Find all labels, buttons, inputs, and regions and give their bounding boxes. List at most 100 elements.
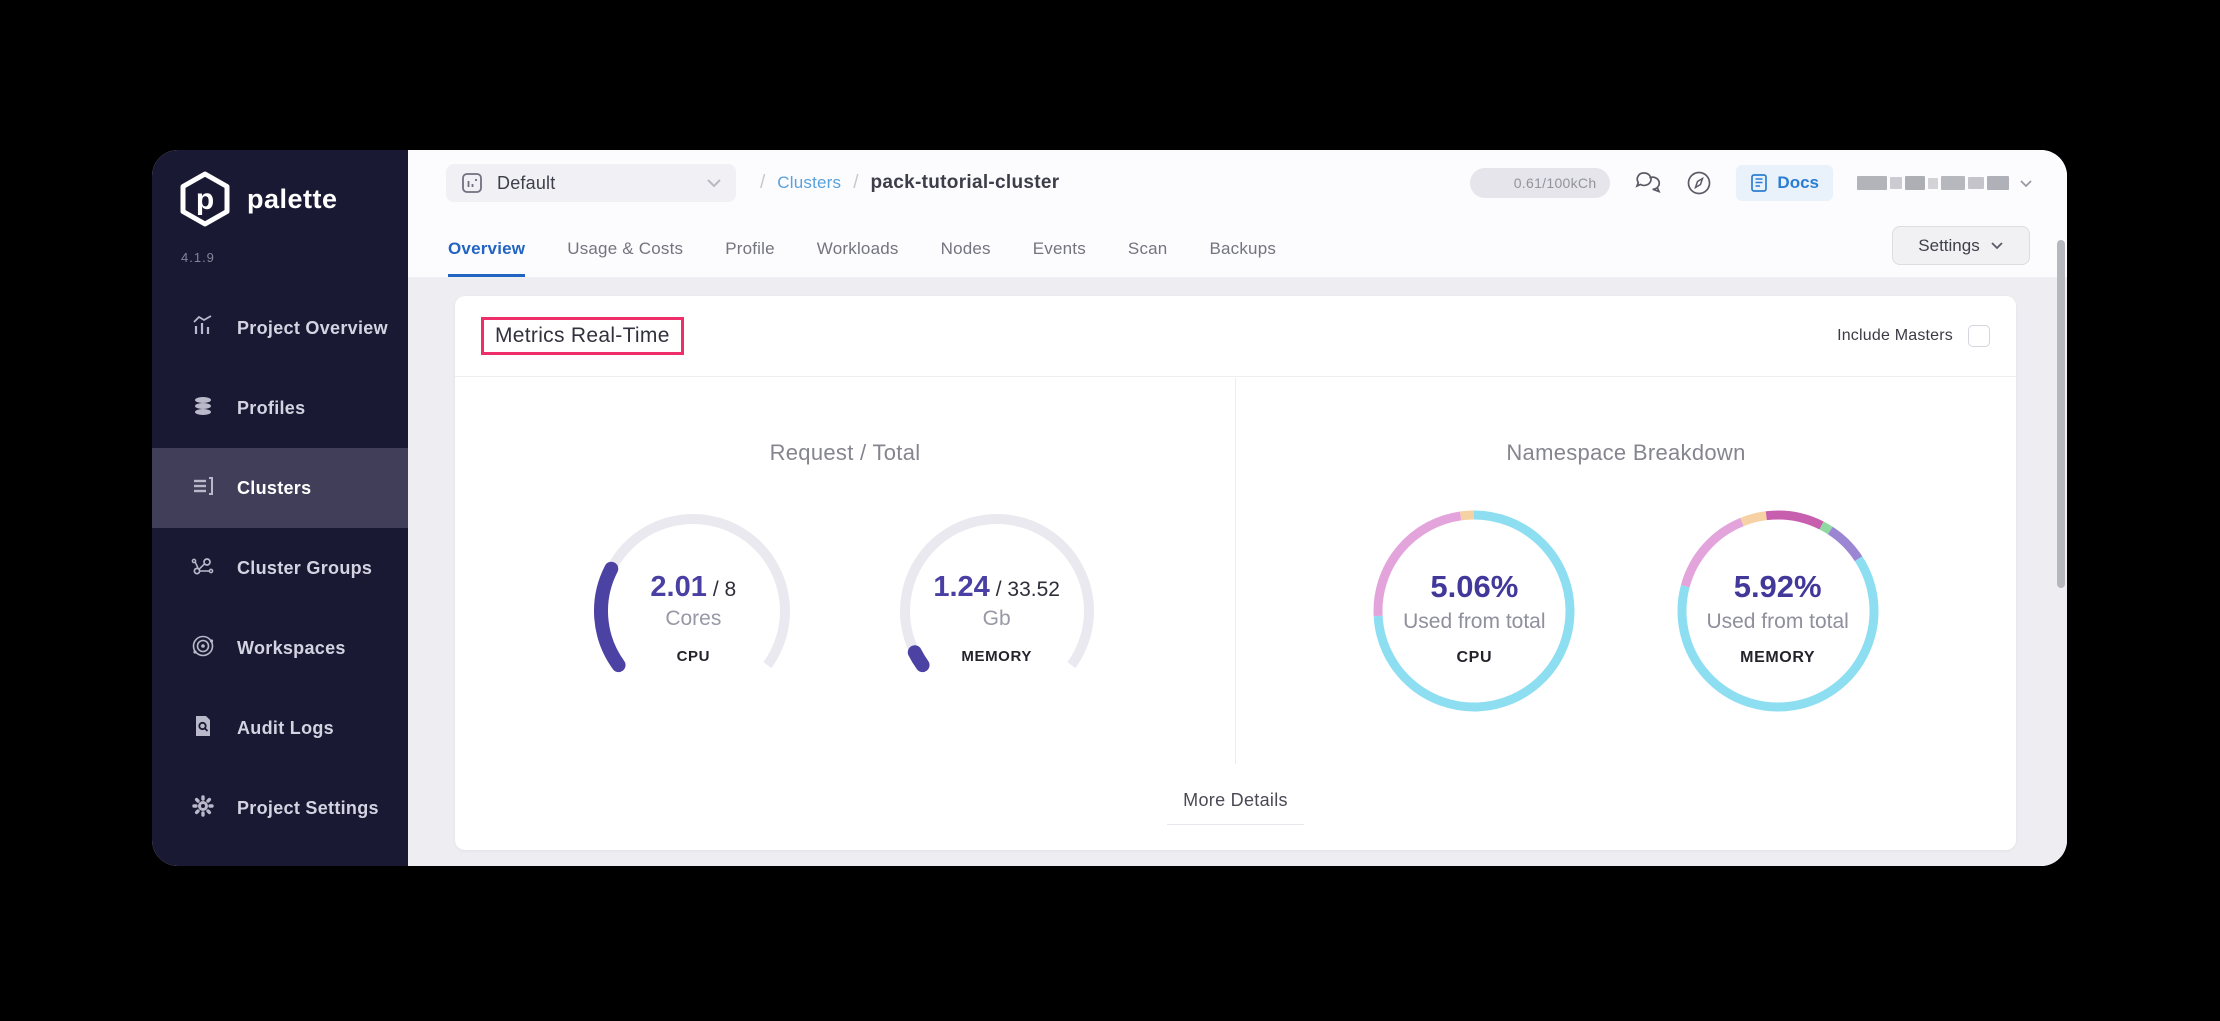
main-area: Default / Clusters / pack-tutorial-clust… <box>408 150 2067 866</box>
more-details-link[interactable]: More Details <box>1167 790 1304 825</box>
network-icon <box>190 553 216 584</box>
donut-cpu: 5.06% Used from total CPU <box>1369 506 1579 716</box>
donuts-row: 5.06% Used from total CPU 5.92% Used fro… <box>1236 506 2016 716</box>
gauge-label: MEMORY <box>961 648 1032 665</box>
sidebar-item-label: Project Overview <box>237 318 388 339</box>
include-masters-control: Include Masters <box>1837 325 1990 347</box>
metrics-card-footer: More Details <box>455 764 2016 850</box>
logo[interactable]: p palette <box>178 170 338 228</box>
gauge-unit: Cores <box>665 607 721 631</box>
usage-quota-pill: 0.61/100kCh <box>1470 168 1610 198</box>
app-window: p palette 4.1.9 Project Overview Profile… <box>152 150 2067 866</box>
donut-label: CPU <box>1457 649 1493 667</box>
panel-title: Namespace Breakdown <box>1236 440 2016 466</box>
donut-caption: Used from total <box>1706 610 1848 634</box>
breadcrumb-link-clusters[interactable]: Clusters <box>777 173 841 193</box>
donut-percent: 5.06% <box>1430 569 1518 605</box>
tab-backups[interactable]: Backups <box>1209 239 1276 277</box>
svg-text:p: p <box>196 183 214 216</box>
logo-text: palette <box>247 184 338 215</box>
tab-nodes[interactable]: Nodes <box>941 239 991 277</box>
sidebar-item-clusters[interactable]: Clusters <box>152 448 408 528</box>
gauge-value: 1.24 <box>933 571 989 604</box>
donut-label: MEMORY <box>1740 649 1815 667</box>
chevron-down-icon <box>2019 179 2033 188</box>
bar-chart-line-icon <box>190 313 216 344</box>
sidebar-item-profiles[interactable]: Profiles <box>152 368 408 448</box>
gauges-row: 2.01 / 8 Cores CPU 1.24 / 33.52 Gb MEMOR… <box>455 506 1235 716</box>
cluster-tabs: Overview Usage & Costs Profile Workloads Nod… <box>448 239 1276 277</box>
sidebar-item-label: Audit Logs <box>237 718 334 739</box>
panel-title: Request / Total <box>455 440 1235 466</box>
metrics-card-header: Metrics Real-Time Include Masters <box>455 296 2016 377</box>
gauge-value: 2.01 <box>650 571 706 604</box>
sidebar: p palette 4.1.9 Project Overview Profile… <box>152 150 408 866</box>
donut-percent: 5.92% <box>1734 569 1822 605</box>
sidebar-menu: Project Overview Profiles Clusters Clust… <box>152 288 408 848</box>
user-menu[interactable] <box>1857 175 2033 191</box>
breadcrumb-current-cluster: pack-tutorial-cluster <box>871 172 1060 194</box>
tab-overview[interactable]: Overview <box>448 239 525 277</box>
gauge-total: / 33.52 <box>996 578 1060 602</box>
user-name-redacted <box>1857 175 2009 191</box>
gauge-unit: Gb <box>983 607 1011 631</box>
tab-workloads[interactable]: Workloads <box>817 239 899 277</box>
palette-hexagon-logo-icon: p <box>178 170 232 228</box>
gauge-label: CPU <box>677 648 710 665</box>
help-button[interactable] <box>1686 170 1712 196</box>
cluster-tabs-row: Overview Usage & Costs Profile Workloads Nod… <box>408 216 2067 278</box>
docs-button[interactable]: Docs <box>1736 165 1833 201</box>
metrics-card-body: Request / Total 2.01 / 8 Cores CPU <box>455 378 2016 764</box>
include-masters-checkbox[interactable] <box>1968 325 1990 347</box>
compass-icon <box>1686 170 1712 196</box>
tab-scan[interactable]: Scan <box>1128 239 1168 277</box>
sidebar-item-audit-logs[interactable]: Audit Logs <box>152 688 408 768</box>
sidebar-item-project-settings[interactable]: Project Settings <box>152 768 408 848</box>
breadcrumb-separator: / <box>760 172 765 194</box>
donut-caption: Used from total <box>1403 610 1545 634</box>
book-icon <box>1750 173 1768 193</box>
orbit-icon <box>190 633 216 664</box>
project-selector-value: Default <box>497 173 555 194</box>
sidebar-item-label: Clusters <box>237 478 311 499</box>
settings-label: Settings <box>1918 236 1979 256</box>
sidebar-item-workspaces[interactable]: Workspaces <box>152 608 408 688</box>
topbar: Default / Clusters / pack-tutorial-clust… <box>408 150 2067 216</box>
sidebar-item-label: Cluster Groups <box>237 558 372 579</box>
sidebar-item-project-overview[interactable]: Project Overview <box>152 288 408 368</box>
tab-usage-costs[interactable]: Usage & Costs <box>567 239 683 277</box>
metrics-card: Metrics Real-Time Include Masters Reques… <box>455 296 2016 850</box>
content-area: Metrics Real-Time Include Masters Reques… <box>408 278 2067 866</box>
metrics-realtime-title-annotated: Metrics Real-Time <box>481 317 684 355</box>
sidebar-item-label: Workspaces <box>237 638 346 659</box>
gauge-total: / 8 <box>713 578 736 602</box>
layers-icon <box>190 393 216 424</box>
chat-icon <box>1634 170 1662 196</box>
docs-label: Docs <box>1777 173 1819 193</box>
request-total-panel: Request / Total 2.01 / 8 Cores CPU <box>455 378 1236 764</box>
breadcrumb: / Clusters / pack-tutorial-cluster <box>760 172 1059 194</box>
chevron-down-icon <box>1990 241 2004 250</box>
chevron-down-icon <box>706 178 722 188</box>
sidebar-item-label: Project Settings <box>237 798 379 819</box>
server-list-icon <box>190 473 216 504</box>
sidebar-item-label: Profiles <box>237 398 305 419</box>
include-masters-label: Include Masters <box>1837 327 1953 345</box>
donut-memory: 5.92% Used from total MEMORY <box>1673 506 1883 716</box>
project-selector[interactable]: Default <box>446 164 736 202</box>
chat-button[interactable] <box>1634 170 1662 196</box>
doc-search-icon <box>190 713 216 744</box>
topbar-right: 0.61/100kCh <box>1470 165 2033 201</box>
gear-icon <box>190 793 216 824</box>
sidebar-item-cluster-groups[interactable]: Cluster Groups <box>152 528 408 608</box>
app-version: 4.1.9 <box>181 250 215 265</box>
gauge-cpu: 2.01 / 8 Cores CPU <box>588 506 798 716</box>
settings-button[interactable]: Settings <box>1892 226 2030 265</box>
breadcrumb-separator: / <box>853 172 858 194</box>
vertical-scrollbar-thumb[interactable] <box>2057 240 2065 588</box>
project-icon <box>460 171 484 195</box>
namespace-breakdown-panel: Namespace Breakdown 5.06% Used from tota… <box>1236 378 2016 764</box>
tab-events[interactable]: Events <box>1033 239 1086 277</box>
gauge-memory: 1.24 / 33.52 Gb MEMORY <box>892 506 1102 716</box>
tab-profile[interactable]: Profile <box>725 239 775 277</box>
